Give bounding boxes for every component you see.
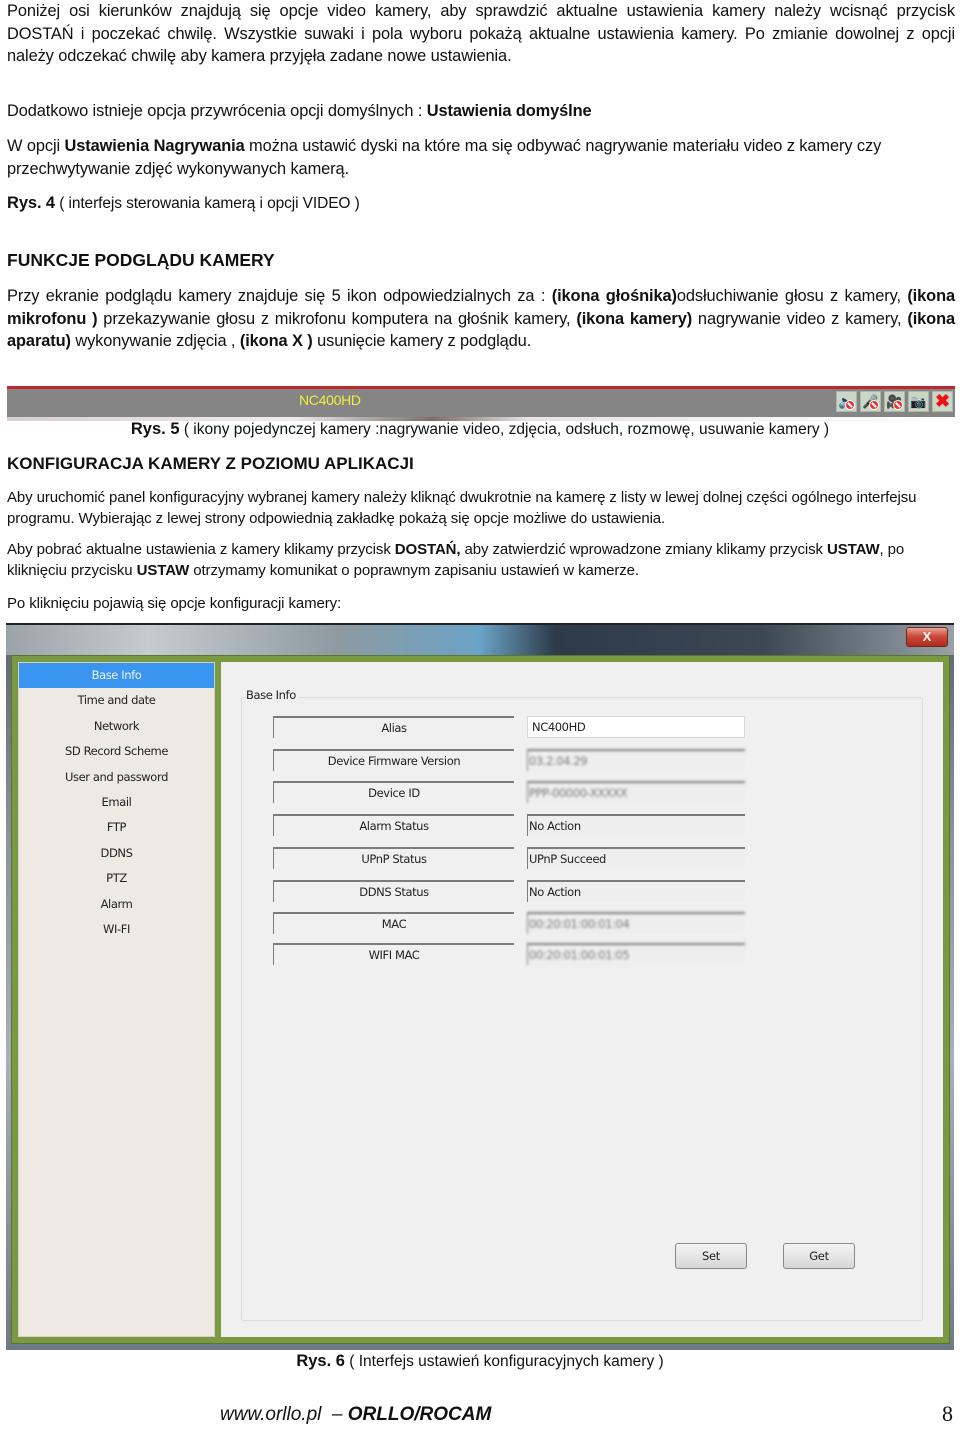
config-paragraph-1: Aby uruchomić panel konfiguracyjny wybra… [7,489,917,527]
sidebar-item-sd-record-scheme[interactable]: SD Record Scheme [19,739,214,764]
field-row: Device Firmware Version 03.2.04.29 [273,749,745,771]
sidebar-item-user-and-password[interactable]: User and password [19,765,214,790]
field-value: UPnP Succeed [527,847,745,869]
figure-6-caption: Rys. 6 ( Interfejs ustawień konfiguracyj… [0,1352,960,1371]
preview-section-heading: FUNKCJE PODGLĄDU KAMERY [7,250,275,270]
bold-term: (ikona głośnika) [551,287,677,305]
sidebar-item-base-info[interactable]: Base Info [19,663,214,689]
field-value: No Action [527,880,745,902]
field-value: 00:20:01:00:01:05 [527,943,745,965]
field-value: PPP-00000-XXXXX [527,781,745,803]
field-row: WIFI MAC 00:20:01:00:01:05 [273,943,745,965]
preview-section-paragraph: Przy ekranie podglądu kamery znajduje si… [7,285,955,353]
settings-sidebar: Base Info Time and date Network SD Record S… [18,662,215,1337]
intro-paragraph-3-prefix: W opcji [7,137,65,155]
intro-paragraph-3: W opcji Ustawienia Nagrywania można usta… [7,135,955,180]
sidebar-item-alarm[interactable]: Alarm [19,892,214,917]
sidebar-item-ptz[interactable]: PTZ [19,866,214,891]
footer-dash: – [321,1404,348,1425]
sidebar-item-email[interactable]: Email [19,790,214,815]
figure-5-label: Rys. 5 [130,420,180,438]
default-settings-label: Ustawienia domyślne [426,102,592,120]
text-segment: przekazywanie głosu z mikrofonu komputer… [97,309,577,328]
field-label: WIFI MAC [273,943,514,965]
field-label: Device ID [273,781,514,803]
field-label: Alias [273,716,514,738]
bold-term: USTAW [136,562,190,579]
footer-website-link[interactable]: www.orllo.pl [220,1404,321,1425]
field-value: 00:20:01:00:01:04 [527,912,745,934]
text-segment: Przy ekranie podglądu kamery znajduje si… [7,287,552,305]
footer-brand: ORLLO/ROCAM [347,1404,492,1425]
bold-term: (ikona X ) [239,332,313,351]
sidebar-item-time-and-date[interactable]: Time and date [19,688,214,713]
text-segment: Aby pobrać aktualne ustawienia z kamery … [7,541,395,558]
field-row: Alarm Status No Action [273,814,745,836]
figure-6-label: Rys. 6 [296,1352,345,1370]
snapshot-camera-icon[interactable]: 📷 [908,391,929,412]
alias-input[interactable]: NC400HD [527,716,745,738]
bold-term: USTAW [826,541,880,558]
sidebar-item-wi-fi[interactable]: WI-FI [19,917,214,942]
field-label: Device Firmware Version [273,749,514,771]
field-row: UPnP Status UPnP Succeed [273,847,745,869]
microphone-muted-icon[interactable]: 🎤 [860,391,881,412]
config-section-heading: KONFIGURACJA KAMERY Z POZIOMU APLIKACJI [7,454,414,473]
figure-4-caption: Rys. 4 ( interfejs sterowania kamerą i o… [7,192,955,216]
field-value: 03.2.04.29 [527,749,745,771]
text-segment: odsłuchiwanie głosu z kamery, [676,287,908,305]
record-video-muted-icon[interactable]: 🎥 [884,391,905,412]
field-row: Device ID PPP-00000-XXXXX [273,781,745,803]
camera-name: NC400HD [299,392,361,408]
window-close-button[interactable]: X [906,627,948,647]
field-label: MAC [273,912,514,934]
field-label: DDNS Status [273,880,514,902]
text-segment: wykonywanie zdjęcia , [70,332,240,351]
sidebar-item-network[interactable]: Network [19,714,214,739]
camera-icon-toolbar: 🔈 🎤 🎥 📷 ✖ [836,391,953,412]
settings-content: Base Info Alias NC400HD Device Firmware Ve… [221,662,943,1337]
figure-5-caption: Rys. 5 ( ikony pojedynczej kamery :nagry… [0,420,960,439]
page-number: 8 [942,1401,953,1426]
speaker-muted-icon[interactable]: 🔈 [836,391,857,412]
config-paragraph-2: Aby pobrać aktualne ustawienia z kamery … [7,539,955,581]
sidebar-item-ddns[interactable]: DDNS [19,841,214,866]
camera-config-window: X Base Info Time and date Network SD Record… [6,623,954,1350]
close-x-icon[interactable]: ✖ [932,391,953,412]
footer: www.orllo.pl – ORLLO/ROCAM [220,1404,491,1426]
field-row: Alias NC400HD [273,716,745,738]
text-segment: nagrywanie video z kamery, [692,309,908,328]
figure-5-text: ( ikony pojedynczej kamery :nagrywanie v… [179,421,830,438]
recording-settings-label: Ustawienia Nagrywania [64,137,245,155]
figure-4-text: ( interfejs sterowania kamerą i opcji VI… [55,195,360,212]
text-segment: usunięcie kamery z podglądu. [312,332,532,351]
field-label: Alarm Status [273,814,514,836]
field-row: MAC 00:20:01:00:01:04 [273,912,745,934]
bold-term: DOSTAŃ, [394,541,461,558]
group-title: Base Info [246,688,299,702]
figure-6-text: ( Interfejs ustawień konfiguracyjnych ka… [344,1353,664,1370]
text-segment: aby zatwierdzić wprowadzone zmiany klika… [460,541,827,558]
camera-preview-bar: NC400HD 🔈 🎤 🎥 📷 ✖ [7,386,955,421]
intro-paragraph-2-text: Dodatkowo istnieje opcja przywrócenia op… [7,102,427,120]
config-paragraph-3: Po kliknięciu pojawią się opcje konfigur… [7,595,342,612]
get-button[interactable]: Get [783,1243,855,1269]
intro-paragraph-2: Dodatkowo istnieje opcja przywrócenia op… [7,100,955,123]
window-frame: Base Info Time and date Network SD Record S… [11,655,950,1344]
intro-paragraph-1: Poniżej osi kierunków znajdują się opcje… [7,2,955,66]
set-button[interactable]: Set [675,1243,747,1269]
field-label: UPnP Status [273,847,514,869]
field-value: No Action [527,814,745,836]
text-segment: otrzymamy komunikat o poprawnym zapisani… [189,562,639,579]
figure-4-label: Rys. 4 [7,194,56,212]
bold-term: (ikona kamery) [576,309,693,328]
field-row: DDNS Status No Action [273,880,745,902]
window-titlebar [6,625,954,655]
sidebar-item-ftp[interactable]: FTP [19,815,214,840]
